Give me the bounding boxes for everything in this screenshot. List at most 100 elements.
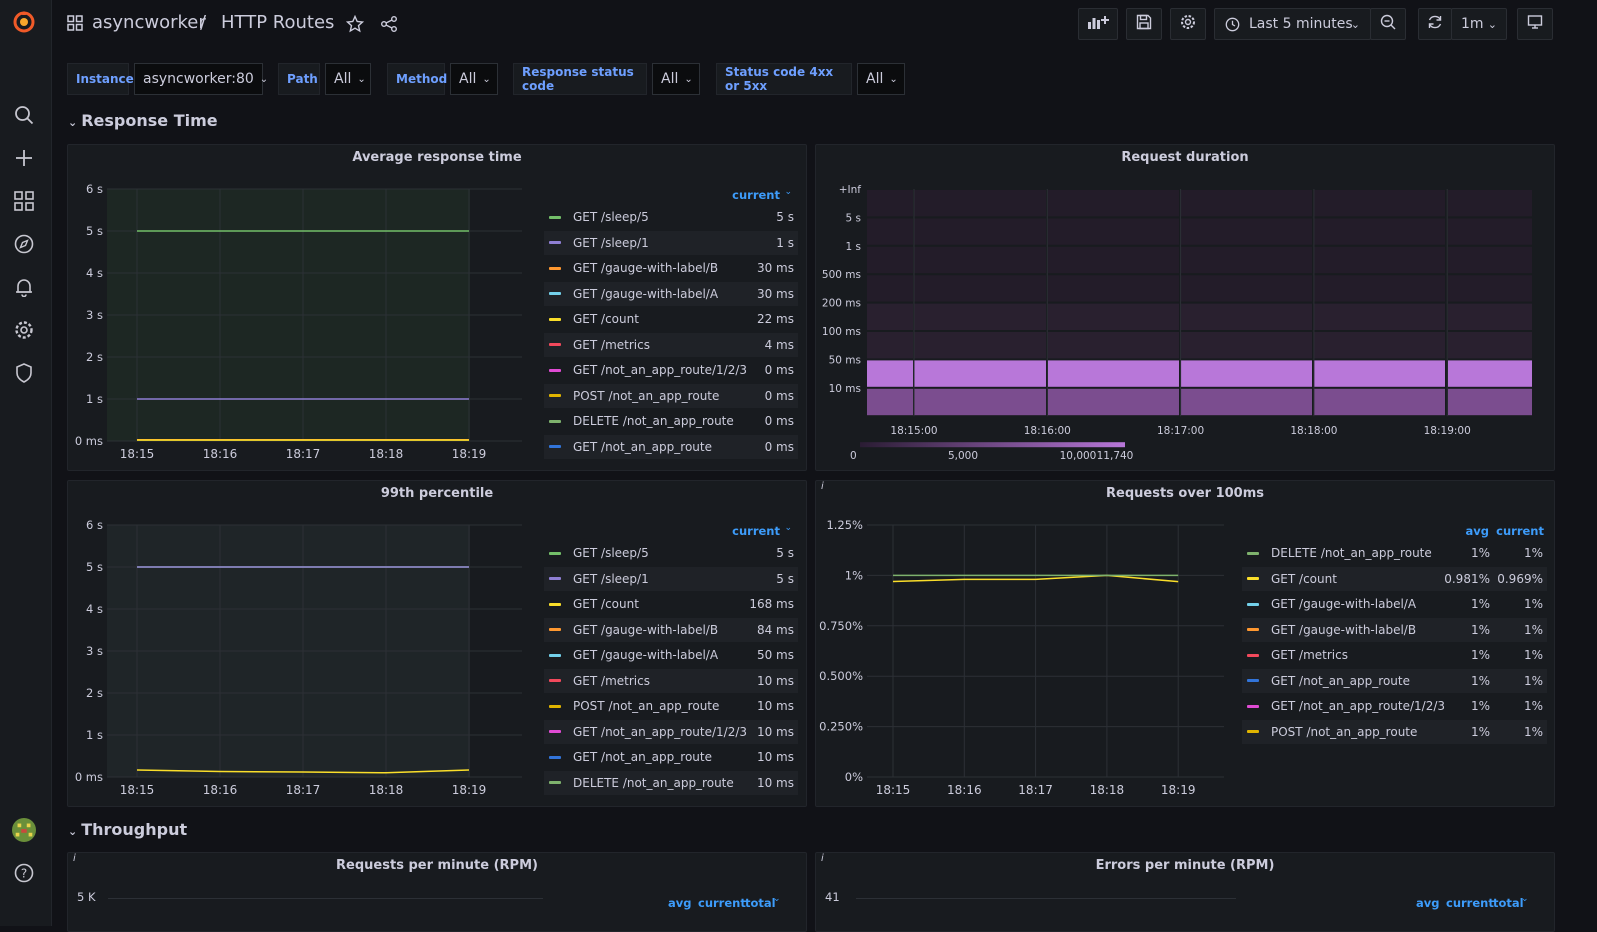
panel-requests-per-minute[interactable]: i Requests per minute (RPM) 5 K avg curr… <box>67 852 807 932</box>
line-chart-requests-over-100ms[interactable]: 0% 0.250% 0.500% 0.750% 1% 1.25% 18:15 18:16 18:… <box>816 481 1236 807</box>
legend-series-name[interactable]: POST /not_an_app_route <box>573 389 719 403</box>
legend-header-avg[interactable]: avg <box>1466 524 1490 538</box>
legend-series-name[interactable]: GET /gauge-with-label/B <box>573 261 718 275</box>
series-color-swatch[interactable] <box>549 368 561 372</box>
line-chart-average-response-time[interactable]: 0 ms 1 s 2 s 3 s 4 s 5 s 6 s 18:15 18:16 18:17 18:… <box>68 145 543 471</box>
search-icon[interactable] <box>12 103 36 127</box>
panel-errors-per-minute[interactable]: i Errors per minute (RPM) 41 avg current… <box>815 852 1555 932</box>
legend-series-name[interactable]: GET /sleep/1 <box>573 572 649 586</box>
legend-series-name[interactable]: POST /not_an_app_route <box>573 699 719 713</box>
series-color-swatch[interactable] <box>1247 577 1259 580</box>
legend-series-name[interactable]: DELETE /not_an_app_route <box>573 414 734 428</box>
star-icon[interactable] <box>345 14 365 36</box>
series-color-swatch[interactable] <box>549 343 561 346</box>
legend-series-name[interactable]: GET /not_an_app_route <box>573 750 712 764</box>
series-color-swatch[interactable] <box>549 730 561 733</box>
legend-item[interactable]: DELETE /not_an_app_route 10 ms <box>544 770 798 795</box>
dashboard-title[interactable]: HTTP Routes <box>221 12 334 33</box>
legend-item[interactable]: DELETE /not_an_app_route 0 ms <box>544 409 798 433</box>
series-color-swatch[interactable] <box>549 679 561 682</box>
legend-series-name[interactable]: GET /sleep/5 <box>573 546 649 560</box>
legend-item[interactable]: GET /not_an_app_route/1/2/3 10 ms <box>544 719 798 744</box>
legend-series-name[interactable]: GET /count <box>573 597 639 611</box>
legend-series-name[interactable]: GET /not_an_app_route <box>1271 674 1410 688</box>
legend-header-total[interactable]: total <box>745 896 776 910</box>
series-color-swatch[interactable] <box>1247 602 1259 606</box>
settings-gear-icon[interactable] <box>12 318 36 342</box>
series-color-swatch[interactable] <box>1247 551 1259 555</box>
legend-item[interactable]: POST /not_an_app_route 1% 1% <box>1242 719 1547 744</box>
legend-item[interactable]: GET /metrics 4 ms <box>544 332 798 357</box>
legend-item[interactable]: POST /not_an_app_route 10 ms <box>544 694 798 718</box>
legend-header-current[interactable]: current <box>1496 524 1544 538</box>
legend-item[interactable]: DELETE /not_an_app_route 1% 1% <box>1242 541 1547 565</box>
legend-series-name[interactable]: GET /count <box>573 312 639 326</box>
refresh-interval-picker[interactable]: 1m ⌄ <box>1451 8 1507 40</box>
legend-item[interactable]: GET /gauge-with-label/A 1% 1% <box>1242 592 1547 616</box>
legend-item[interactable]: GET /gauge-with-label/B 84 ms <box>544 617 798 642</box>
legend-item[interactable]: GET /gauge-with-label/A 50 ms <box>544 643 798 667</box>
legend-item[interactable]: GET /gauge-with-label/A 30 ms <box>544 281 798 306</box>
legend-header-avg[interactable]: avg <box>668 896 692 910</box>
help-icon[interactable]: ? <box>12 861 36 885</box>
series-color-swatch[interactable] <box>549 577 561 580</box>
variable-select-response-status[interactable]: All ⌄ <box>652 63 700 95</box>
dashboard-settings-button[interactable] <box>1170 8 1206 40</box>
series-color-swatch[interactable] <box>1247 679 1259 682</box>
panel-title[interactable]: Errors per minute (RPM) <box>816 858 1554 873</box>
legend-series-name[interactable]: DELETE /not_an_app_route <box>1271 546 1432 560</box>
legend-series-name[interactable]: GET /sleep/5 <box>573 210 649 224</box>
legend-item[interactable]: GET /sleep/1 1 s <box>544 230 798 255</box>
panel-requests-over-100ms[interactable]: i Requests over 100ms 0% 0.250% 0.500% 0.75… <box>815 480 1555 807</box>
legend-item[interactable]: GET /sleep/1 5 s <box>544 566 798 591</box>
panel-title[interactable]: Requests per minute (RPM) <box>68 858 806 873</box>
legend-item[interactable]: GET /gauge-with-label/B 30 ms <box>544 256 798 280</box>
legend-item[interactable]: GET /count 22 ms <box>544 307 798 331</box>
legend-item[interactable]: GET /not_an_app_route/1/2/3 1% 1% <box>1242 694 1547 718</box>
explore-compass-icon[interactable] <box>12 232 36 256</box>
legend-series-name[interactable]: GET /gauge-with-label/A <box>1271 597 1416 611</box>
zoom-out-button[interactable] <box>1370 8 1406 40</box>
legend-item[interactable]: GET /not_an_app_route/1/2/3 0 ms <box>544 358 798 382</box>
series-color-swatch[interactable] <box>549 781 561 784</box>
legend-series-name[interactable]: GET /count <box>1271 572 1337 586</box>
line-chart-99th-percentile[interactable]: 0 ms 1 s 2 s 3 s 4 s 5 s 6 s 18:15 18:16 18:17 18:… <box>68 481 543 807</box>
series-color-swatch[interactable] <box>549 602 561 606</box>
legend-sort-current[interactable]: current <box>732 188 780 202</box>
legend-series-name[interactable]: GET /sleep/1 <box>573 236 649 250</box>
legend-header-avg[interactable]: avg <box>1416 896 1440 910</box>
legend-series-name[interactable]: GET /metrics <box>573 338 650 352</box>
legend-series-name[interactable]: GET /gauge-with-label/B <box>573 623 718 637</box>
refresh-button[interactable] <box>1418 8 1452 40</box>
grafana-logo-icon[interactable] <box>12 10 36 34</box>
legend-item[interactable]: GET /metrics 1% 1% <box>1242 643 1547 667</box>
series-color-swatch[interactable] <box>549 317 561 321</box>
legend-item[interactable]: GET /metrics 10 ms <box>544 668 798 693</box>
row-header-throughput[interactable]: ⌄ Throughput <box>68 820 187 839</box>
series-color-swatch[interactable] <box>549 704 561 708</box>
legend-series-name[interactable]: GET /metrics <box>1271 648 1348 662</box>
row-header-response-time[interactable]: ⌄ Response Time <box>68 111 218 130</box>
series-color-swatch[interactable] <box>549 445 561 448</box>
legend-item[interactable]: GET /count 168 ms <box>544 592 798 616</box>
legend-header-total[interactable]: total <box>1493 896 1524 910</box>
legend-item[interactable]: GET /sleep/5 5 s <box>544 541 798 565</box>
series-color-swatch[interactable] <box>549 215 561 219</box>
heatmap-request-duration[interactable]: +Inf 5 s 1 s 500 ms 200 ms 100 ms 50 ms 10 ms 18… <box>816 145 1555 471</box>
variable-select-instance[interactable]: asyncworker:80 ⌄ <box>134 63 268 95</box>
legend-item[interactable]: GET /sleep/5 5 s <box>544 205 798 229</box>
legend-item[interactable]: GET /not_an_app_route 1% 1% <box>1242 668 1547 693</box>
legend-series-name[interactable]: GET /not_an_app_route/1/2/3 <box>573 725 747 739</box>
user-avatar[interactable] <box>12 818 36 842</box>
series-color-swatch[interactable] <box>1247 704 1259 708</box>
dashboards-icon[interactable] <box>12 189 36 213</box>
panel-request-duration[interactable]: Request duration +Inf 5 s1 s 500 ms 200 ms 1… <box>815 144 1555 471</box>
legend-series-name[interactable]: POST /not_an_app_route <box>1271 725 1417 739</box>
legend-series-name[interactable]: GET /gauge-with-label/A <box>573 287 718 301</box>
plus-icon[interactable] <box>12 146 36 170</box>
legend-series-name[interactable]: GET /not_an_app_route/1/2/3 <box>1271 699 1445 713</box>
legend-header-current[interactable]: current <box>1446 896 1494 910</box>
legend-header-current[interactable]: current <box>698 896 746 910</box>
series-color-swatch[interactable] <box>1247 730 1259 733</box>
series-color-swatch[interactable] <box>549 241 561 244</box>
